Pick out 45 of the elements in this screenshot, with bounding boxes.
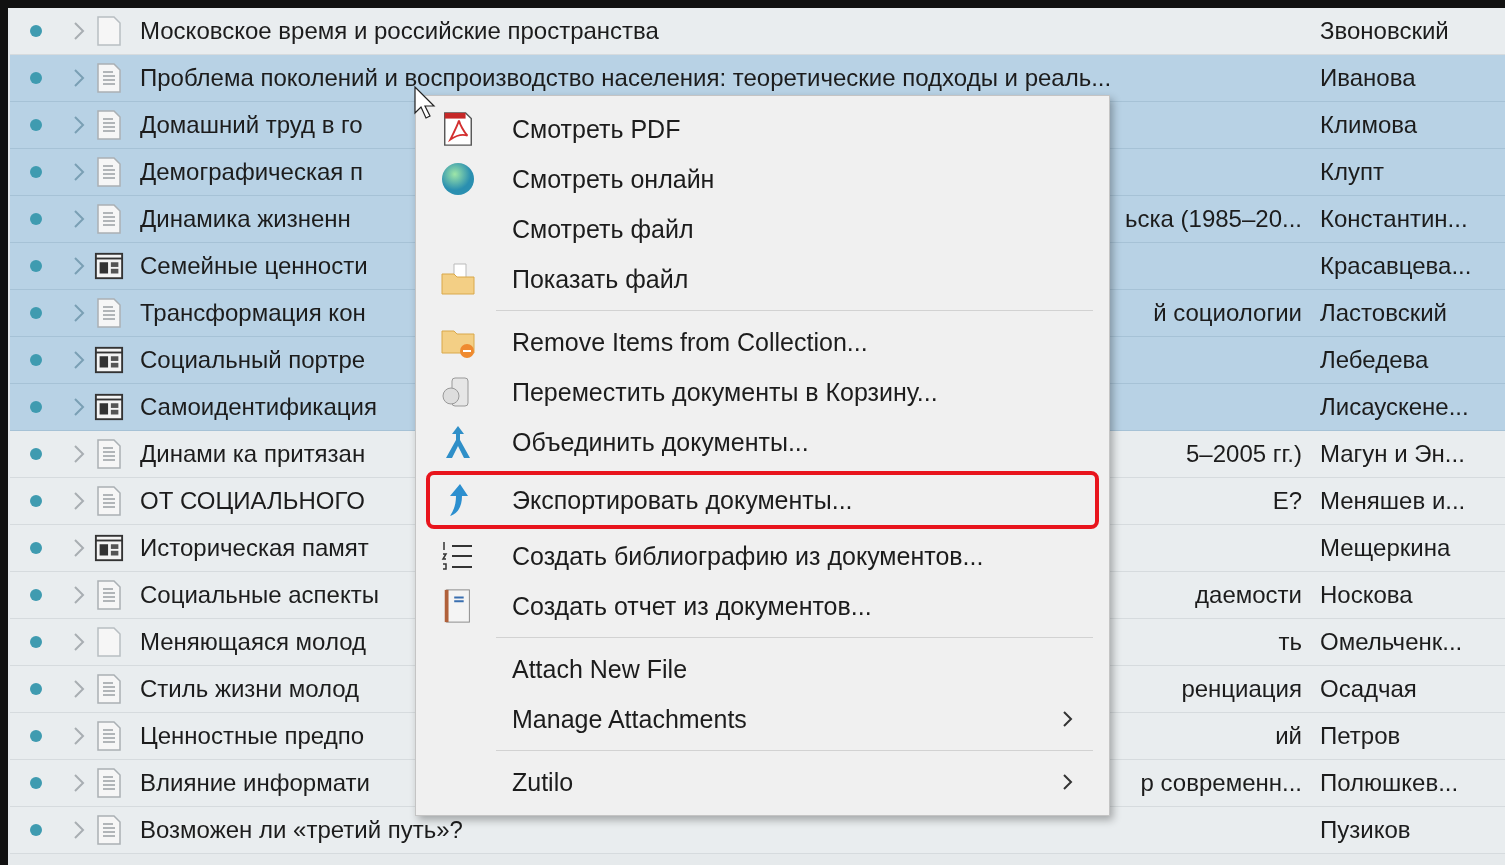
item-creator: Ластовский: [1320, 299, 1447, 327]
item-title: 5–2005 гг.): [1186, 440, 1303, 468]
item-creator: Климова: [1320, 111, 1418, 139]
item-title: Влияние информати: [140, 769, 370, 797]
item-creator: Клупт: [1320, 158, 1384, 186]
item-title: ий: [1275, 722, 1303, 750]
item-title: Историческая памят: [140, 534, 369, 562]
item-title: ОТ СОЦИАЛЬНОГО: [140, 487, 365, 515]
item-creator: Меняшев и...: [1320, 487, 1466, 515]
item-title: Возможен ли «третий путь»?: [140, 816, 463, 844]
item-creator: Иванова: [1320, 64, 1416, 92]
item-creator: Петров: [1320, 722, 1401, 750]
item-title: даемости: [1195, 581, 1303, 609]
item-title: Домашний труд в го: [140, 111, 363, 139]
item-title: Проблема поколений и воспроизводство населения: теоретические подходы и реаль...: [140, 64, 1112, 92]
item-title: р современн...: [1140, 769, 1303, 797]
item-title: Московское время и российские пространства: [140, 17, 659, 45]
item-title: Социальный портре: [140, 346, 366, 374]
item-title: ьска (1985–20...: [1125, 205, 1303, 233]
item-creator: Магун и Эн...: [1320, 440, 1465, 468]
item-title: ренциация: [1181, 675, 1303, 703]
item-title: Самоидентификация: [140, 393, 377, 421]
item-creator: Мещеркина: [1320, 534, 1451, 562]
item-creator: Константин...: [1320, 205, 1468, 233]
item-title: й социологии: [1153, 299, 1303, 327]
item-creator: Звоновский: [1320, 17, 1449, 45]
item-title: ть: [1278, 628, 1303, 656]
item-creator: Красавцева...: [1320, 252, 1472, 280]
item-title: Меняющаяся молод: [140, 628, 367, 656]
item-creator: Осадчая: [1320, 675, 1417, 703]
item-creator: Лисаускене...: [1320, 393, 1469, 421]
item-title: Динамика жизненн: [140, 205, 351, 233]
item-title: Динами ка притязан: [140, 440, 366, 468]
item-title: Ценностные предпо: [140, 722, 364, 750]
item-creator: Омельченк...: [1320, 628, 1463, 656]
item-creator: Носкова: [1320, 581, 1413, 609]
item-title: Трансформация кон: [140, 299, 366, 327]
item-title: Социальные аспекты: [140, 581, 379, 609]
item-creator: Лебедева: [1320, 346, 1429, 374]
item-title: Семейные ценности: [140, 252, 368, 280]
item-creator: Пузиков: [1320, 816, 1411, 844]
item-title: Демографическая п: [140, 158, 363, 186]
item-title: Е?: [1272, 487, 1303, 515]
item-creator: Полюшкев...: [1320, 769, 1459, 797]
item-title: Стиль жизни молод: [140, 675, 360, 703]
